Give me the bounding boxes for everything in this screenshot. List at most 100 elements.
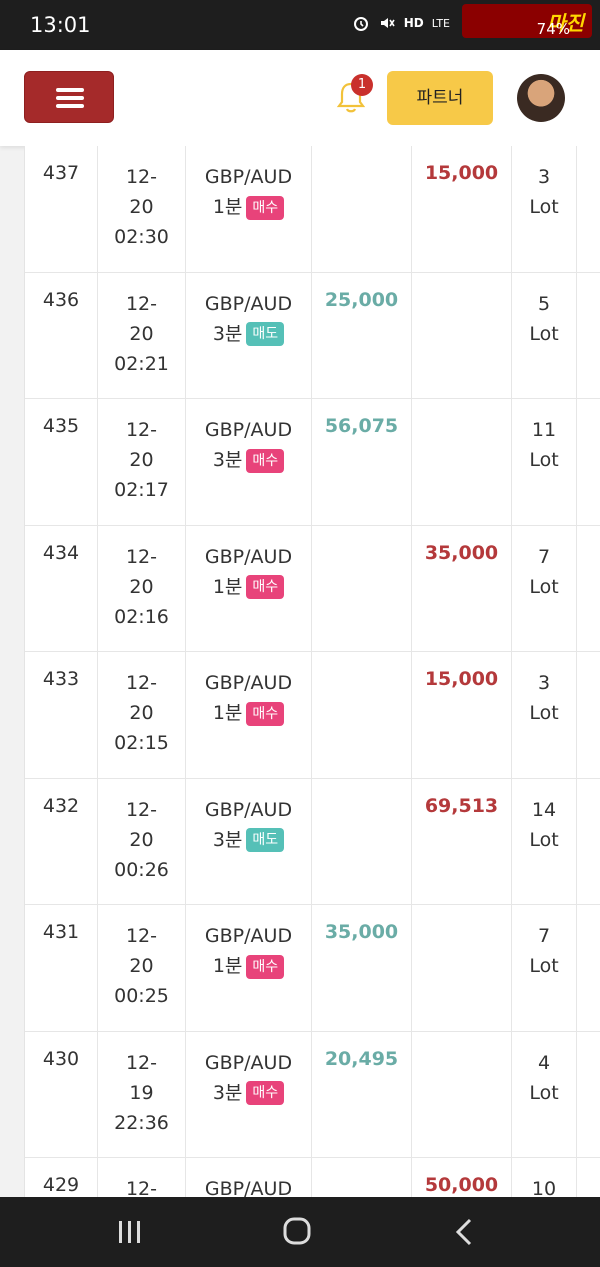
table-row[interactable]: 437 12- 20 02:30 GBP/AUD 1분 매수 15,000 3 Lot xyxy=(25,146,600,273)
trade-datetime: 12- 20 00:25 xyxy=(98,905,186,1031)
trade-duration-side: 1분 매수 xyxy=(186,951,311,981)
table-row[interactable]: 431 12- 20 00:25 GBP/AUD 1분 매수 35,000 7 Lot xyxy=(25,905,600,1032)
date-day: 20 xyxy=(129,955,154,977)
status-bar: 13:01 HD LTE 마진 74% xyxy=(0,0,600,50)
currency-pair: GBP/AUD xyxy=(204,166,293,188)
loss-amount: 50,000 xyxy=(412,1158,512,1197)
trade-number: 429 xyxy=(25,1158,98,1197)
side-badge: 매수 xyxy=(246,448,285,473)
side-badge: 매수 xyxy=(246,701,285,726)
date-month: 12- xyxy=(125,798,158,821)
trade-pair: GBP/AUD xyxy=(186,1158,312,1197)
trade-time: 02:16 xyxy=(114,605,169,628)
partner-button[interactable]: 파트너 xyxy=(387,71,493,125)
trade-duration: 3분 xyxy=(212,828,243,851)
trade-datetime: 12- 20 02:30 xyxy=(98,146,186,272)
hamburger-line xyxy=(56,104,84,108)
currency-pair: GBP/AUD xyxy=(204,1051,293,1074)
table-row[interactable]: 433 12- 20 02:15 GBP/AUD 1분 매수 15,000 3 Lot xyxy=(25,652,600,779)
lot-size: 14 Lot xyxy=(512,778,577,904)
lot-number: 7 xyxy=(537,545,551,568)
trade-datetime: 12- xyxy=(98,1158,186,1197)
lot-size: 3 Lot xyxy=(512,146,577,272)
date-month: 12- xyxy=(125,1178,158,1197)
lot-size: 4 Lot xyxy=(512,1031,577,1157)
side-badge: 매수 xyxy=(246,954,285,979)
table-row[interactable]: 430 12- 19 22:36 GBP/AUD 3분 매수 20,495 4 Lot xyxy=(25,1031,600,1158)
currency-pair: GBP/AUD xyxy=(204,925,293,947)
table-row[interactable]: 435 12- 20 02:17 GBP/AUD 3분 매수 56,075 11 Lot xyxy=(25,399,600,526)
trade-time: 02:30 xyxy=(114,226,169,248)
trade-number: 434 xyxy=(25,525,98,651)
hamburger-line xyxy=(56,88,84,92)
trade-pair: GBP/AUD 3분 매도 xyxy=(186,272,312,398)
menu-button[interactable] xyxy=(24,71,114,123)
back-icon[interactable] xyxy=(445,1215,485,1249)
side-badge: 매수 xyxy=(246,195,285,220)
truncated-column xyxy=(577,1032,600,1158)
status-time: 13:01 xyxy=(30,13,91,37)
lte-icon: LTE xyxy=(431,16,450,30)
date-month: 12- xyxy=(125,292,158,315)
lot-unit: Lot xyxy=(529,575,559,598)
home-icon[interactable] xyxy=(277,1215,317,1249)
table-row[interactable]: 436 12- 20 02:21 GBP/AUD 3분 매도 25,000 5 Lot xyxy=(25,272,600,399)
trade-duration: 3분 xyxy=(212,1081,243,1104)
truncated-column xyxy=(577,1158,600,1197)
profit-amount xyxy=(312,525,412,651)
trade-duration: 3분 xyxy=(212,322,243,345)
profit-amount: 25,000 xyxy=(312,272,412,398)
lot-size: 7 Lot xyxy=(512,525,577,651)
currency-pair: GBP/AUD xyxy=(204,419,293,441)
date-day: 20 xyxy=(129,575,154,598)
side-badge: 매수 xyxy=(246,575,285,599)
lot-unit: Lot xyxy=(529,322,559,345)
trade-number: 437 xyxy=(25,146,98,272)
trade-datetime: 12- 20 00:26 xyxy=(98,778,186,904)
alarm-icon xyxy=(353,17,368,31)
mute-icon xyxy=(380,18,395,28)
trade-time: 00:25 xyxy=(114,985,169,1007)
trade-pair: GBP/AUD 1분 매수 xyxy=(186,905,312,1031)
table-row[interactable]: 432 12- 20 00:26 GBP/AUD 3분 매도 69,513 14 Lot xyxy=(25,778,600,905)
trade-datetime: 12- 20 02:17 xyxy=(98,399,186,525)
date-month: 12- xyxy=(125,1051,158,1074)
avatar[interactable] xyxy=(517,74,565,122)
profit-amount xyxy=(312,146,412,272)
loss-amount: 35,000 xyxy=(412,525,512,651)
truncated-column xyxy=(577,652,600,778)
lot-unit: Lot xyxy=(529,955,559,977)
date-month: 12- xyxy=(125,925,158,947)
loss-amount xyxy=(412,272,512,398)
trade-history-table[interactable]: 437 12- 20 02:30 GBP/AUD 1분 매수 15,000 3 Lot 436 12-… xyxy=(24,146,600,1197)
lot-size: 11 Lot xyxy=(512,399,577,525)
profit-amount xyxy=(312,1158,412,1197)
profit-amount xyxy=(312,652,412,778)
recent-apps-icon[interactable] xyxy=(110,1215,150,1249)
table-row[interactable]: 429 12- GBP/AUD 50,000 10 xyxy=(25,1158,600,1197)
table-row[interactable]: 434 12- 20 02:16 GBP/AUD 1분 매수 35,000 7 Lot xyxy=(25,525,600,652)
lot-number: 4 xyxy=(537,1051,551,1074)
trade-pair: GBP/AUD 1분 매수 xyxy=(186,525,312,651)
trade-datetime: 12- 19 22:36 xyxy=(98,1031,186,1157)
truncated-column xyxy=(577,273,600,399)
trade-time: 02:15 xyxy=(114,732,169,754)
truncated-column xyxy=(577,905,600,1031)
trade-number: 433 xyxy=(25,652,98,778)
lot-unit: Lot xyxy=(529,828,559,851)
side-badge: 매도 xyxy=(246,828,285,852)
profit-amount: 56,075 xyxy=(312,399,412,525)
currency-pair: GBP/AUD xyxy=(204,798,293,821)
lot-number: 5 xyxy=(537,292,551,315)
system-nav-bar xyxy=(0,1197,600,1267)
trade-duration-side: 1분 매수 xyxy=(186,572,311,602)
profit-amount: 20,495 xyxy=(312,1031,412,1157)
watermark-logo: 마진 xyxy=(462,4,592,38)
truncated-column xyxy=(577,146,600,272)
lot-size: 10 xyxy=(512,1158,577,1197)
date-day: 20 xyxy=(129,449,154,471)
lot-number: 10 xyxy=(531,1178,557,1197)
trade-duration-side: 3분 매수 xyxy=(186,1078,311,1108)
lot-number: 3 xyxy=(537,166,551,188)
trade-datetime: 12- 20 02:16 xyxy=(98,525,186,651)
